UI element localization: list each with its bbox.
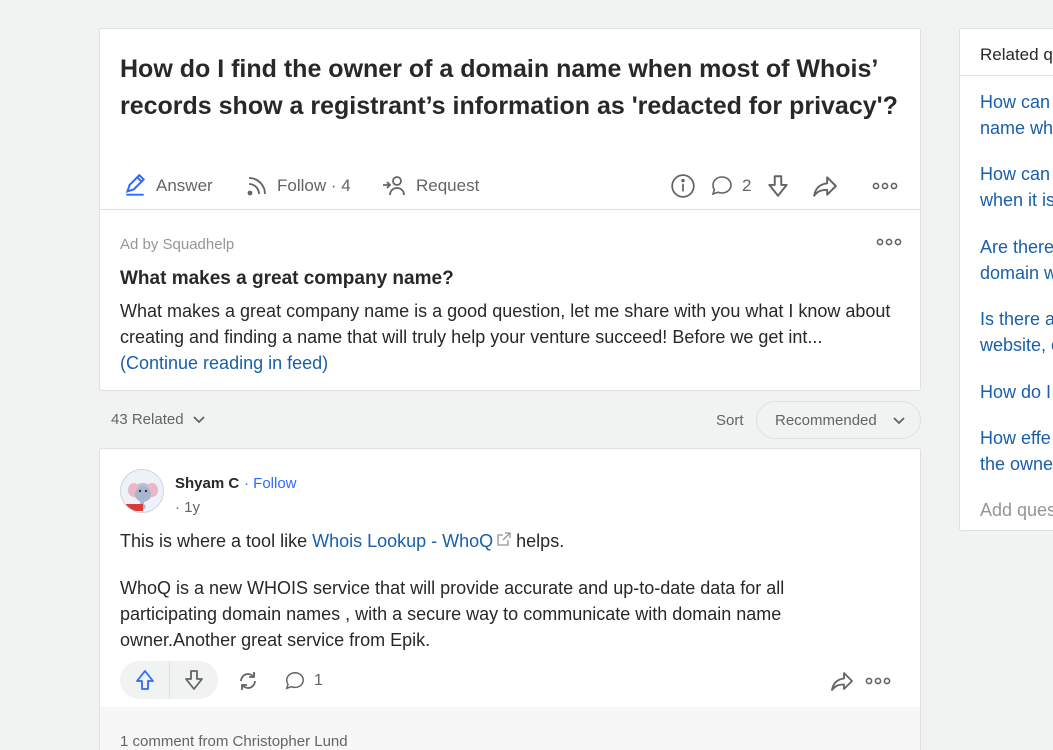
request-label: Request — [416, 176, 480, 195]
related-question-line: website, c — [980, 335, 1053, 355]
related-question-line: the owne — [980, 454, 1053, 474]
chevron-down-icon — [893, 417, 905, 425]
ad-label: Ad by Squadhelp — [120, 236, 235, 253]
comments-section: 1 comment from Christopher Lund — [100, 707, 920, 750]
request-button[interactable]: Request — [382, 171, 479, 201]
follow-icon — [247, 177, 266, 196]
related-question-4[interactable]: Is there a website, c — [980, 306, 1053, 358]
pencil-icon — [125, 173, 146, 196]
downvote-icon — [185, 670, 203, 690]
question-more-button[interactable] — [870, 171, 900, 201]
related-question-line: name wh — [980, 118, 1053, 138]
more-icon — [865, 677, 891, 685]
answer-paragraph-2: WhoQ is a new WHOIS service that will pr… — [120, 578, 785, 650]
sort-dropdown[interactable]: Recommended — [756, 401, 921, 439]
share-icon — [813, 176, 837, 197]
ad-title[interactable]: What makes a great company name? — [120, 268, 454, 290]
related-question-line: How do I — [980, 382, 1052, 402]
more-icon — [872, 182, 898, 190]
answer-button[interactable]: Answer — [122, 171, 213, 201]
author-name[interactable]: Shyam C — [175, 475, 239, 492]
related-questions-sidebar: Related q How can name wh How can when i… — [959, 28, 1053, 531]
related-question-line: How can — [980, 164, 1051, 184]
question-comments-button[interactable]: 2 — [710, 171, 751, 201]
whoq-link-label: Whois Lookup - WhoQ — [312, 531, 494, 551]
answer-more-button[interactable] — [864, 667, 892, 695]
info-button[interactable] — [668, 171, 698, 201]
downvote-icon — [768, 175, 788, 197]
sidebar-title: Related q — [980, 45, 1053, 64]
related-question-line: Are there — [980, 237, 1053, 257]
question-comment-count: 2 — [742, 176, 752, 195]
related-question-line: Is there a — [980, 309, 1053, 329]
question-card: How do I find the owner of a domain name… — [99, 28, 921, 210]
related-count-toggle[interactable]: 43 Related — [111, 411, 206, 428]
avatar[interactable] — [120, 469, 164, 513]
answer-comment-count: 1 — [314, 672, 323, 689]
more-icon — [876, 238, 902, 246]
share-repost-button[interactable] — [234, 667, 262, 695]
ad-body-text: What makes a great company name is a goo… — [120, 301, 891, 347]
answer-comments-button[interactable]: 1 — [284, 667, 323, 695]
comment-icon — [711, 176, 732, 196]
comment-icon — [285, 672, 304, 690]
answer-timestamp[interactable]: · 1y — [175, 499, 200, 516]
continue-reading-link[interactable]: (Continue reading in feed) — [120, 353, 328, 373]
related-question-line: when it is — [980, 190, 1053, 210]
follow-button[interactable]: Follow · 4 — [245, 171, 351, 201]
related-question-6[interactable]: How effe the owne — [980, 425, 1053, 477]
answer-p1-before: This is where a tool like — [120, 531, 313, 551]
request-user-icon — [383, 176, 405, 196]
repost-icon — [240, 672, 256, 690]
related-question-1[interactable]: How can name wh — [980, 89, 1053, 141]
related-count-label: 43 Related — [111, 411, 184, 428]
downvote-question-button[interactable] — [763, 171, 793, 201]
answer-card: Shyam C · Follow · 1y This is where a to… — [99, 448, 921, 750]
chevron-down-icon — [192, 415, 205, 423]
related-question-line: How can — [980, 92, 1051, 112]
whoq-link[interactable]: Whois Lookup - WhoQ — [312, 531, 511, 551]
add-question-link[interactable]: Add ques — [980, 500, 1053, 521]
follow-label: Follow · 4 — [277, 176, 351, 195]
related-question-line: domain w — [980, 263, 1053, 283]
answer-label: Answer — [156, 176, 213, 195]
share-answer-button[interactable] — [828, 667, 856, 695]
sort-value: Recommended — [775, 411, 877, 429]
related-question-3[interactable]: Are there domain w — [980, 234, 1053, 286]
info-icon — [671, 174, 695, 198]
ad-body: What makes a great company name is a goo… — [120, 298, 900, 376]
question-title[interactable]: How do I find the owner of a domain name… — [120, 51, 910, 124]
ad-more-button[interactable] — [876, 234, 902, 250]
upvote-button[interactable] — [120, 661, 170, 699]
upvote-icon — [135, 670, 154, 690]
related-question-line: How effe — [980, 428, 1051, 448]
elephant-avatar-icon — [121, 470, 163, 512]
comment-from-label[interactable]: 1 comment from Christopher Lund — [120, 733, 348, 750]
sidebar-divider — [960, 75, 1053, 76]
related-question-2[interactable]: How can when it is — [980, 161, 1053, 213]
share-question-button[interactable] — [810, 171, 840, 201]
vote-pill — [120, 661, 218, 699]
author-follow-link[interactable]: · Follow — [244, 475, 297, 492]
related-question-5[interactable]: How do I — [980, 379, 1053, 405]
external-link-icon — [497, 532, 511, 546]
share-icon — [831, 672, 853, 691]
answer-paragraph-1: This is where a tool like Whois Lookup -… — [120, 531, 564, 552]
answer-p1-after: helps. — [511, 531, 565, 551]
downvote-button[interactable] — [170, 661, 218, 699]
ad-card: Ad by Squadhelp What makes a great compa… — [99, 209, 921, 391]
sort-label: Sort — [716, 412, 744, 429]
